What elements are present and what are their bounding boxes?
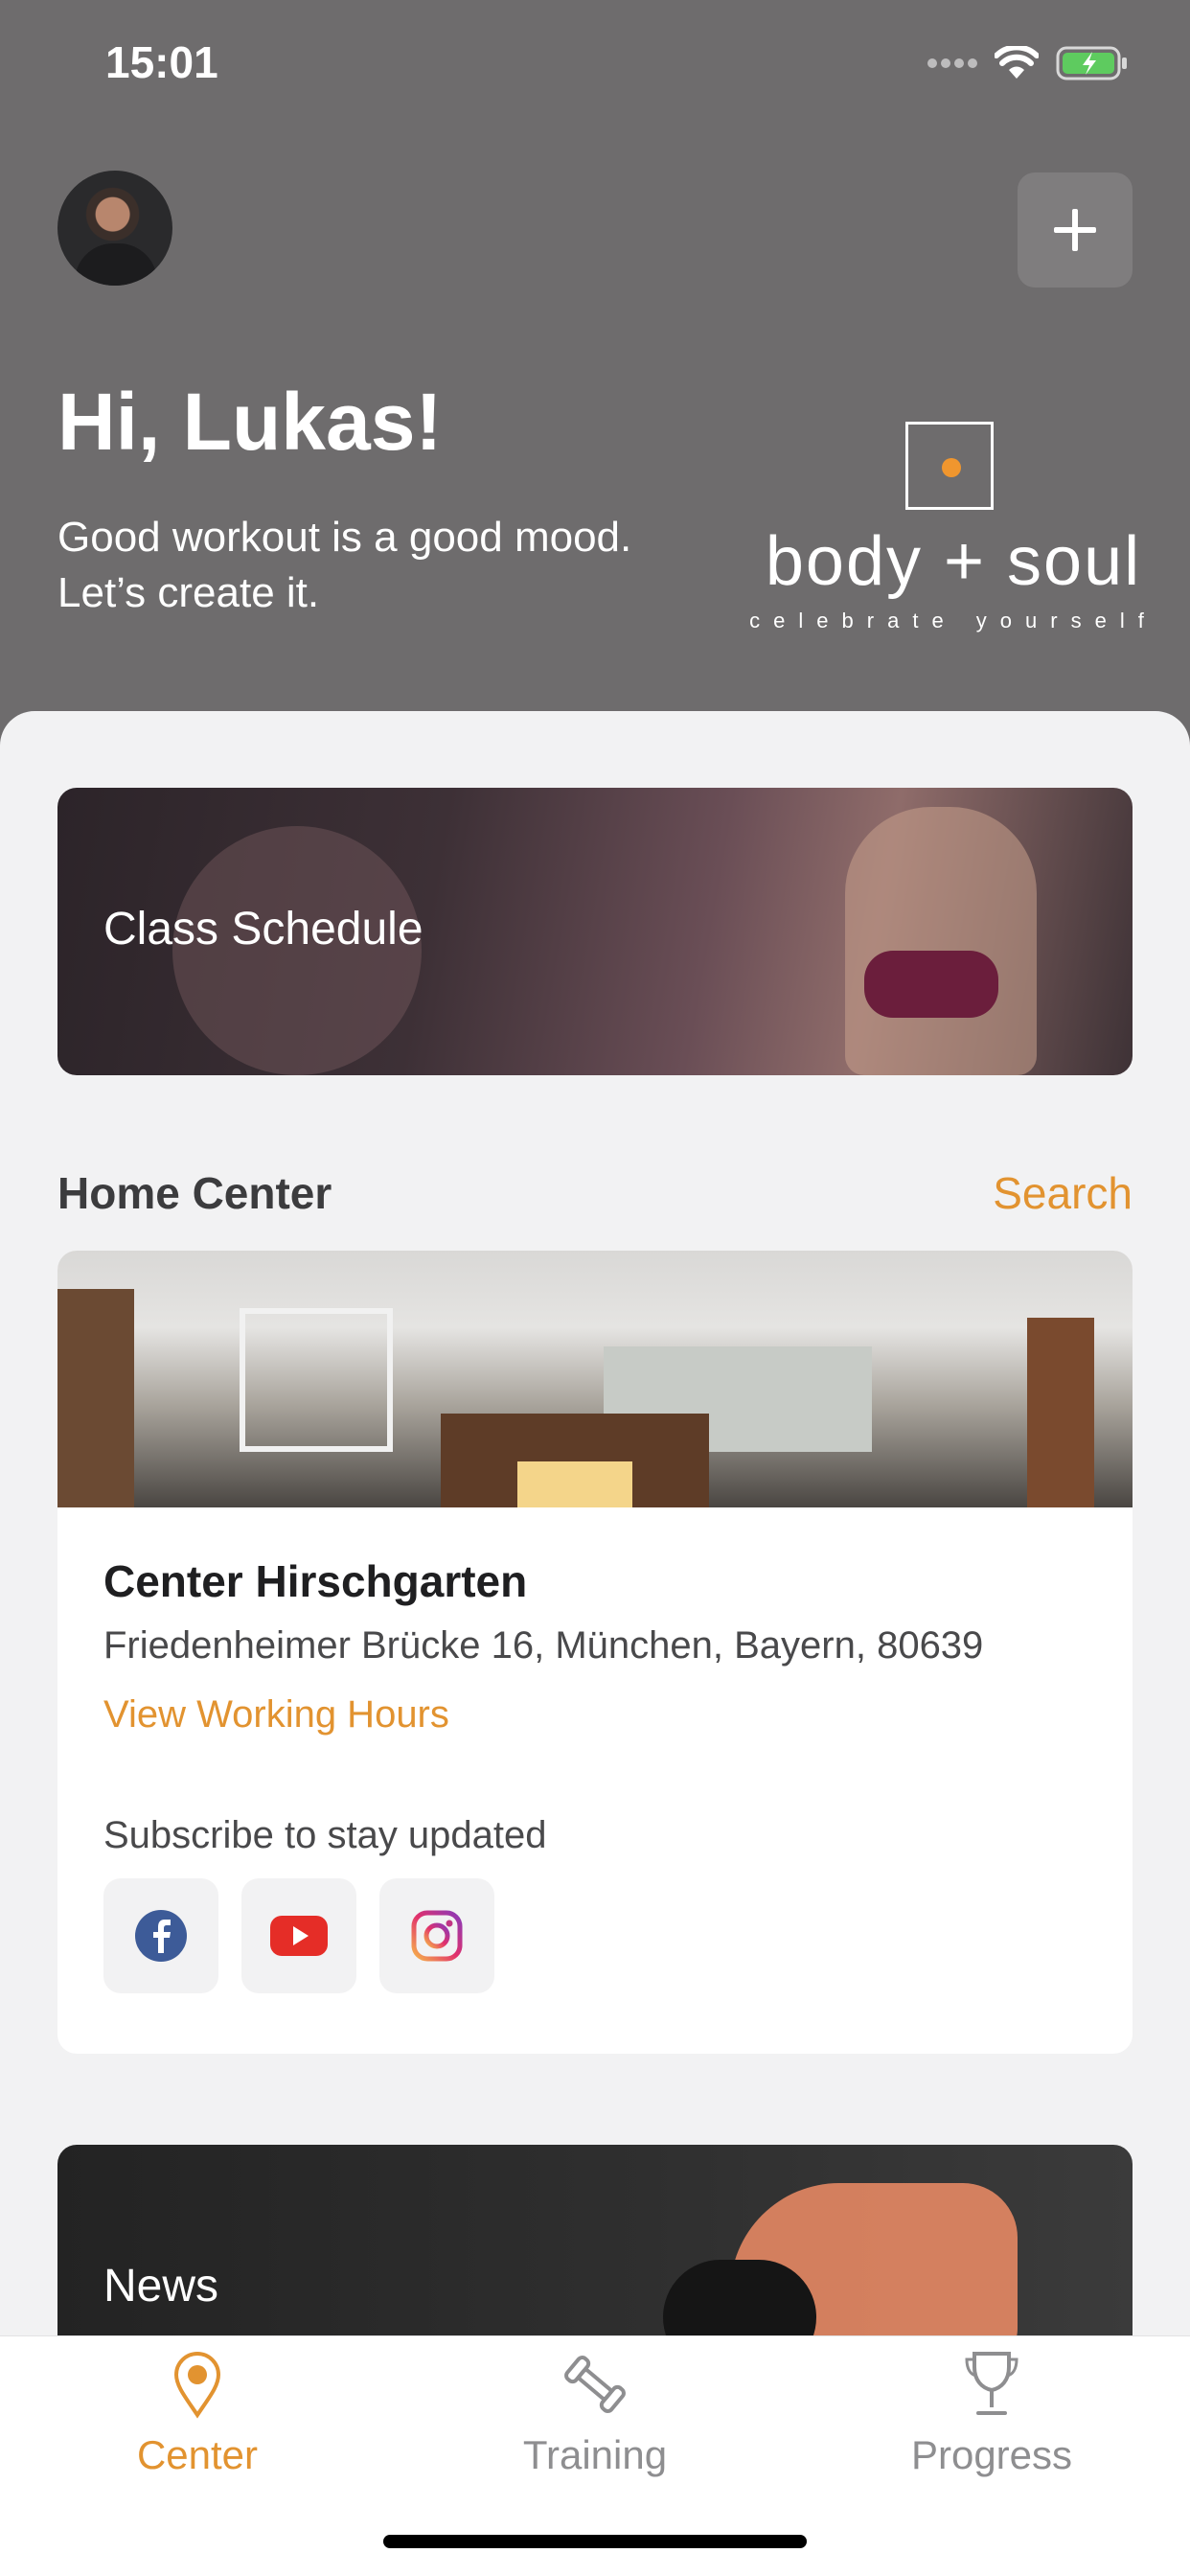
instagram-button[interactable]: [379, 1878, 494, 1993]
facebook-button[interactable]: [103, 1878, 218, 1993]
view-working-hours-link[interactable]: View Working Hours: [103, 1693, 449, 1736]
youtube-button[interactable]: [241, 1878, 356, 1993]
tab-progress[interactable]: Progress: [848, 2350, 1135, 2478]
status-time: 15:01: [105, 37, 218, 87]
logo-wordmark: body + soul: [765, 523, 1142, 600]
home-indicator[interactable]: [383, 2535, 807, 2548]
center-photo: [57, 1251, 1133, 1507]
instagram-icon: [411, 1910, 463, 1962]
status-icons: [927, 46, 1129, 80]
battery-icon: [1056, 46, 1127, 80]
add-button[interactable]: [1018, 172, 1133, 288]
tab-label: Training: [522, 2432, 668, 2477]
subscribe-label: Subscribe to stay updated: [103, 1814, 547, 1856]
tagline: Good workout is a good mood. Let’s creat…: [57, 510, 728, 621]
tagline-line-2: Let’s create it.: [57, 569, 320, 616]
home-center-header: Home Center Search: [57, 1167, 1133, 1219]
card-image-detail: [864, 951, 998, 1018]
greeting-title: Hi, Lukas!: [57, 377, 443, 467]
tab-label: Progress: [910, 2432, 1073, 2477]
avatar[interactable]: [57, 171, 172, 286]
plus-icon: [1054, 209, 1096, 251]
tagline-line-1: Good workout is a good mood.: [57, 514, 632, 561]
tab-training[interactable]: Training: [451, 2350, 739, 2478]
section-title: Home Center: [57, 1168, 332, 1218]
facebook-icon: [135, 1910, 187, 1962]
logo-subtitle: celebrate yourself: [749, 609, 1157, 632]
tab-center[interactable]: Center: [54, 2350, 341, 2478]
youtube-icon: [270, 1916, 328, 1956]
dumbbell-icon: [564, 2356, 626, 2413]
center-address: Friedenheimer Brücke 16, München, Bayern…: [103, 1624, 984, 1667]
search-link[interactable]: Search: [993, 1167, 1133, 1219]
signal-icon: [927, 58, 977, 68]
trophy-icon: [965, 2352, 1018, 2415]
brand-logo: body + soul celebrate yourself: [747, 417, 1159, 647]
card-image-figure: [845, 807, 1037, 1075]
tab-label: Center: [136, 2432, 259, 2477]
center-name: Center Hirschgarten: [103, 1556, 528, 1606]
header: 15:01 Hi, Lukas! Good workout is a good …: [0, 0, 1190, 767]
class-schedule-label: Class Schedule: [103, 904, 423, 954]
class-schedule-card[interactable]: Class Schedule: [57, 788, 1133, 1075]
location-pin-icon: [173, 2352, 221, 2419]
logo-square-icon: [905, 422, 994, 510]
news-label: News: [103, 2261, 219, 2312]
center-card[interactable]: Center Hirschgarten Friedenheimer Brücke…: [57, 1251, 1133, 2054]
wifi-icon: [995, 46, 1039, 79]
